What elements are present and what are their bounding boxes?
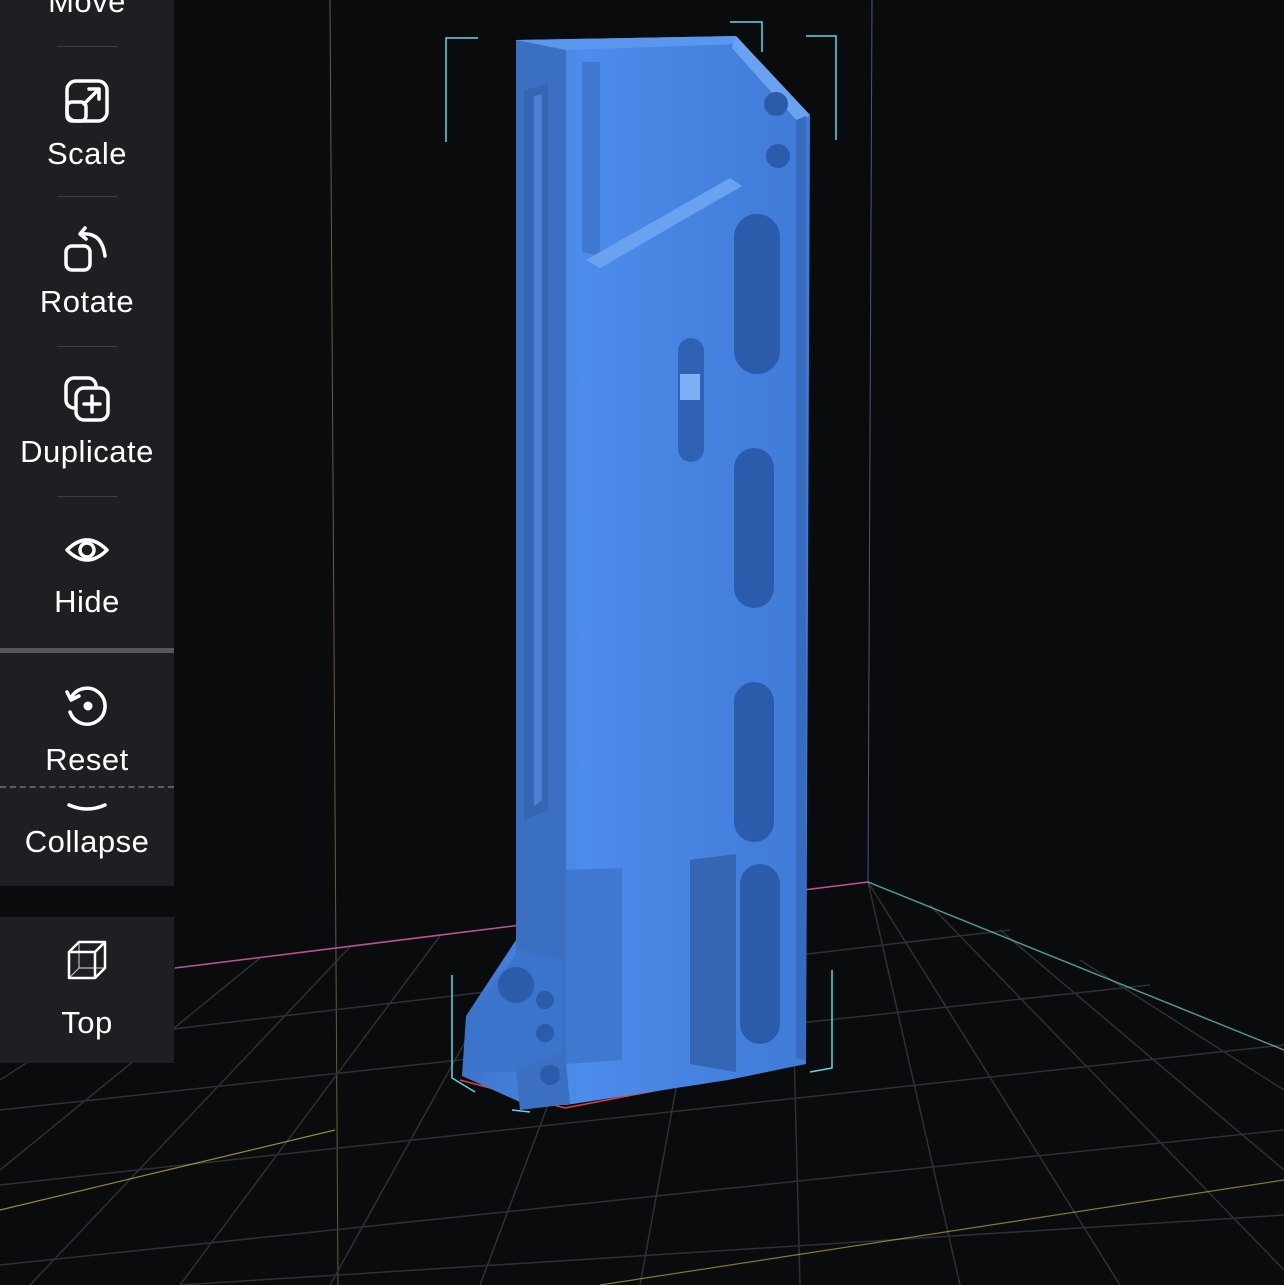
reset-button[interactable]: Reset [0, 684, 174, 784]
scale-button[interactable]: Scale [0, 78, 174, 190]
3d-viewport[interactable] [0, 0, 1284, 1285]
duplicate-button[interactable]: Duplicate [0, 376, 174, 488]
scale-label: Scale [46, 136, 128, 171]
rotate-label: Rotate [39, 284, 135, 319]
hide-button[interactable]: Hide [0, 530, 174, 640]
group-divider [0, 648, 174, 653]
divider [57, 496, 117, 497]
duplicate-icon [64, 376, 110, 422]
top-view-label: Top [61, 1005, 113, 1040]
transform-toolbar: Move Scale Rotate Duplicate Hide Reset C… [0, 0, 174, 886]
collapse-button[interactable]: Collapse [0, 802, 174, 866]
view-panel: Top [0, 917, 174, 1063]
hide-label: Hide [54, 584, 120, 619]
divider [57, 46, 117, 47]
reset-label: Reset [45, 742, 129, 777]
rotate-icon [64, 226, 107, 272]
move-button[interactable]: Move [0, 0, 174, 22]
cube-icon [67, 940, 107, 980]
scale-icon [65, 79, 109, 123]
dashed-divider [0, 786, 174, 788]
3d-model[interactable] [462, 36, 810, 1110]
chevron-down-icon [67, 803, 107, 811]
reset-icon [65, 686, 107, 726]
divider [57, 346, 117, 347]
rotate-button[interactable]: Rotate [0, 226, 174, 338]
duplicate-label: Duplicate [20, 434, 154, 469]
eye-icon [65, 538, 109, 562]
divider [57, 196, 117, 197]
collapse-label: Collapse [24, 824, 150, 859]
move-label: Move [48, 0, 126, 19]
top-view-button[interactable]: Top [0, 939, 174, 1049]
